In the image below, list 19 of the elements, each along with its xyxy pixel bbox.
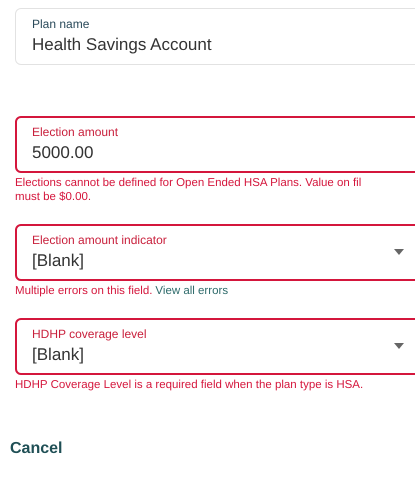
- form-field[interactable]: Election amount indicator [Blank]: [15, 224, 415, 281]
- form-field[interactable]: Plan name Health Savings Account: [15, 8, 415, 65]
- field-label: Plan name: [32, 16, 90, 32]
- caret-icon: [394, 343, 404, 349]
- error-message: Elections cannot be defined for Open Ended HSA Plans. Value on fil must be $0.00.: [15, 177, 362, 203]
- field-label: HDHP coverage level: [32, 326, 148, 342]
- error-message: Multiple errors on this field.: [15, 285, 152, 297]
- error-message: HDHP Coverage Level is a required field when the plan type is HSA.: [15, 379, 364, 391]
- field-label: Election amount: [32, 124, 120, 140]
- cancel-button[interactable]: Cancel: [10, 440, 62, 458]
- field-value: 5000.00: [32, 142, 94, 164]
- form-field[interactable]: Election amount 5000.00: [15, 116, 415, 173]
- field-value: [Blank]: [32, 250, 84, 272]
- form-field[interactable]: HDHP coverage level [Blank]: [15, 318, 415, 375]
- field-value: Health Savings Account: [32, 34, 212, 56]
- caret-icon: [394, 249, 404, 255]
- field-value: [Blank]: [32, 344, 84, 366]
- view-errors-link[interactable]: View all errors: [155, 285, 228, 297]
- field-label: Election amount indicator: [32, 232, 168, 248]
